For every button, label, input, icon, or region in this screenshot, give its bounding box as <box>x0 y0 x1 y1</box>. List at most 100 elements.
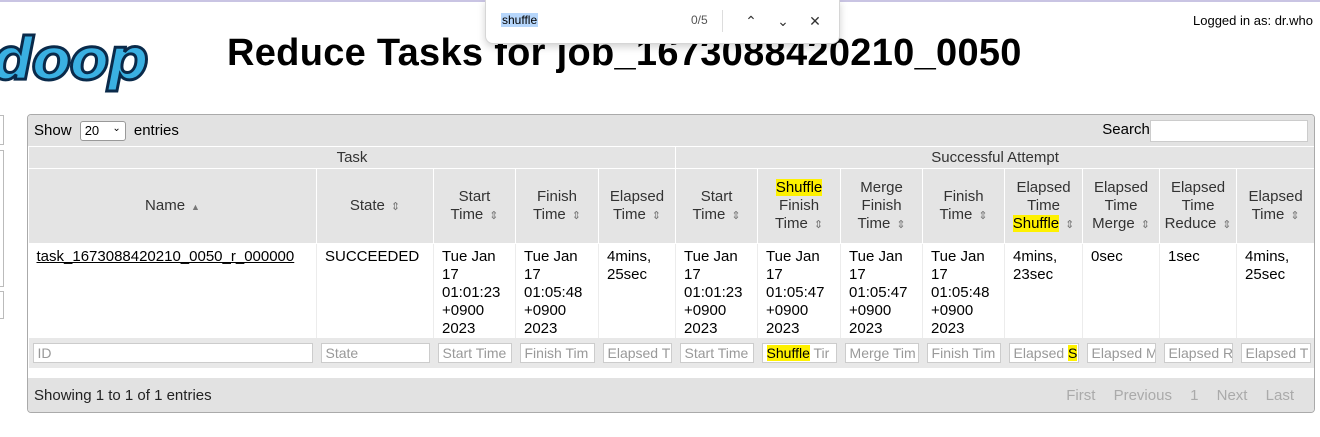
sidebar-edge <box>0 115 4 145</box>
column-header-4[interactable]: Elapsed Time ⇕ <box>597 168 677 244</box>
filter-placeholder: Finish Tim <box>524 345 589 361</box>
filter-cell: Elapsed S <box>1004 338 1083 368</box>
filter-input-11[interactable]: Elapsed R <box>1163 343 1233 363</box>
column-header-9[interactable]: Elapsed Time Shuffle ⇕ <box>1004 168 1084 244</box>
cell-shuffle-finish: Tue Jan 17 01:05:47 +0900 2023 <box>757 243 842 338</box>
filter-input-8[interactable]: Finish Tim <box>926 343 1001 363</box>
sort-icon: ⇕ <box>651 209 662 222</box>
sidebar-edge <box>0 150 4 287</box>
cell-elapsed-reduce: 1sec <box>1159 243 1238 338</box>
filter-placeholder: Tir <box>809 345 830 361</box>
sort-icon: ⇕ <box>1290 209 1300 222</box>
search-highlight: Shuffle <box>775 178 823 196</box>
page-length-select[interactable]: 20 ⌄ <box>79 121 126 141</box>
filter-placeholder: State <box>325 345 359 361</box>
filter-cell: Start Time <box>675 338 758 368</box>
find-input[interactable]: shuffle <box>501 13 539 27</box>
filter-cell: Finish Tim <box>515 338 599 368</box>
page-1-button[interactable]: 1 <box>1190 387 1198 404</box>
filter-input-3[interactable]: Finish Tim <box>519 343 595 363</box>
filter-cell: Elapsed R <box>1159 338 1237 368</box>
filter-cell: Finish Tim <box>922 338 1005 368</box>
filter-input-7[interactable]: Merge Tim <box>844 343 919 363</box>
table-toolbar: Show 20 ⌄ entries Search: <box>28 115 1314 146</box>
sort-icon: ⇕ <box>1065 218 1075 231</box>
header-text: Name <box>145 196 186 214</box>
header-text: Finish Time <box>939 187 984 223</box>
chevron-up-icon[interactable]: ⌃ <box>740 10 762 32</box>
column-header-6[interactable]: Shuffle Finish Time ⇕ <box>757 168 842 244</box>
column-header-7[interactable]: Merge Finish Time ⇕ <box>840 168 924 244</box>
cell-merge-finish: Tue Jan 17 01:05:47 +0900 2023 <box>840 243 924 338</box>
filter-input-5[interactable]: Start Time <box>679 343 754 363</box>
column-header-11[interactable]: Elapsed Time Reduce ⇕ <box>1159 168 1238 244</box>
column-header-label: Elapsed Time ⇕ <box>599 188 675 225</box>
column-header-5[interactable]: Start Time ⇕ <box>675 168 759 244</box>
sort-icon: ⇕ <box>896 218 906 231</box>
filter-cell: Elapsed M <box>1082 338 1160 368</box>
filter-cell: Start Time <box>433 338 516 368</box>
column-header-1[interactable]: State ⇕ <box>316 168 434 244</box>
sort-icon: ⇕ <box>1222 218 1232 231</box>
cell-attempt-start: Tue Jan 17 01:01:23 +0900 2023 <box>675 243 759 338</box>
search-label: Search: <box>1102 121 1154 138</box>
find-query: shuffle <box>501 13 539 27</box>
cell-finish-time: Tue Jan 17 01:05:48 +0900 2023 <box>515 243 599 338</box>
filter-cell: Shuffle Tir <box>757 338 841 368</box>
column-header-label: State ⇕ <box>317 197 433 216</box>
filter-input-4[interactable]: Elapsed T <box>602 343 672 363</box>
sidebar-edge <box>0 291 4 319</box>
filter-row: ID State Start Time Finish Tim Elapsed T Star… <box>28 338 1314 368</box>
column-header-3[interactable]: Finish Time ⇕ <box>515 168 599 244</box>
search-highlight: S <box>1068 345 1078 361</box>
filter-cell: Elapsed T <box>1236 338 1314 368</box>
filter-placeholder: Elapsed M <box>1091 345 1156 361</box>
sort-icon: ⇕ <box>978 209 988 222</box>
column-header-0[interactable]: Name ▲ <box>28 168 317 244</box>
filter-input-0[interactable]: ID <box>32 343 313 363</box>
column-header-label: Elapsed Time Shuffle ⇕ <box>1005 179 1082 234</box>
first-page-button[interactable]: First <box>1066 387 1095 404</box>
header-text: Start Time <box>450 187 491 223</box>
sort-icon: ⇕ <box>813 218 824 231</box>
previous-page-button[interactable]: Previous <box>1114 387 1172 404</box>
cell-state: SUCCEEDED <box>316 243 434 338</box>
column-header-12[interactable]: Elapsed Time ⇕ <box>1236 168 1314 244</box>
filter-input-1[interactable]: State <box>320 343 430 363</box>
cell-name: task_1673088420210_0050_r_000000 <box>28 243 317 338</box>
sort-icon: ⇕ <box>390 200 401 213</box>
sort-icon: ⇕ <box>1140 218 1150 231</box>
column-header-10[interactable]: Elapsed Time Merge ⇕ <box>1082 168 1161 244</box>
entries-label: entries <box>133 121 179 139</box>
hadoop-logo[interactable]: doop <box>0 29 150 90</box>
filter-input-10[interactable]: Elapsed M <box>1086 343 1156 363</box>
filter-cell: Elapsed T <box>598 338 676 368</box>
filter-input-9[interactable]: Elapsed S <box>1008 343 1079 363</box>
find-separator <box>722 10 723 32</box>
group-header-successful-attempt: Successful Attempt <box>675 146 1314 169</box>
table-info: Showing 1 to 1 of 1 entries <box>34 387 212 404</box>
filter-placeholder: Finish Tim <box>931 345 996 361</box>
filter-cell: State <box>316 338 434 368</box>
column-header-8[interactable]: Finish Time ⇕ <box>922 168 1006 244</box>
task-link[interactable]: task_1673088420210_0050_r_000000 <box>37 248 295 265</box>
last-page-button[interactable]: Last <box>1266 387 1294 404</box>
next-page-button[interactable]: Next <box>1217 387 1248 404</box>
chevron-down-icon[interactable]: ⌄ <box>772 10 794 32</box>
column-header-label: Name ▲ <box>29 197 316 216</box>
cell-start-time: Tue Jan 17 01:01:23 +0900 2023 <box>433 243 516 338</box>
filter-placeholder: Elapsed T <box>607 345 671 361</box>
filter-input-2[interactable]: Start Time <box>437 343 512 363</box>
header-text: Finish Time <box>533 187 577 223</box>
search-input[interactable] <box>1150 120 1308 142</box>
filter-input-6[interactable]: Shuffle Tir <box>761 343 837 363</box>
close-icon[interactable]: ✕ <box>804 10 826 32</box>
column-header-2[interactable]: Start Time ⇕ <box>433 168 516 244</box>
column-header-label: Start Time ⇕ <box>676 188 757 225</box>
header-text: State <box>349 196 385 214</box>
filter-cell: Merge Tim <box>840 338 923 368</box>
header-text: Elapsed Time Reduce <box>1164 178 1226 232</box>
filter-placeholder: Start Time <box>442 345 507 361</box>
column-header-label: Elapsed Time ⇕ <box>1237 188 1314 225</box>
filter-input-12[interactable]: Elapsed T <box>1240 343 1311 363</box>
